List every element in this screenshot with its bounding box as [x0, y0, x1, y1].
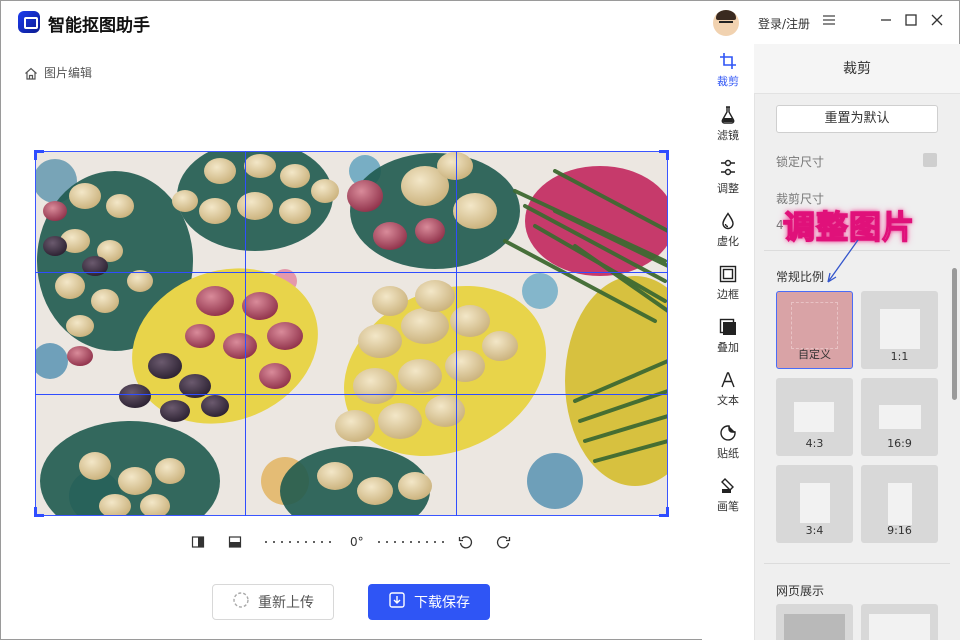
tool-label: 叠加 — [717, 341, 739, 354]
tool-label: 虚化 — [717, 235, 739, 248]
tool-label: 贴纸 — [717, 447, 739, 460]
ratio-9-16[interactable]: 9:16 — [861, 465, 938, 543]
ratio-section-label: 常规比例 — [776, 270, 825, 284]
crop-grid-line — [456, 151, 457, 516]
tool-blur[interactable]: 虚化 — [702, 212, 754, 262]
sliders-icon — [719, 159, 737, 177]
tool-border[interactable]: 边框 — [702, 265, 754, 315]
breadcrumb-label: 图片编辑 — [44, 66, 93, 80]
ratio-custom[interactable]: 自定义 — [776, 291, 853, 369]
frame-icon — [719, 265, 737, 283]
user-avatar[interactable] — [713, 10, 739, 36]
web-preset-card[interactable] — [861, 604, 938, 640]
login-register-link[interactable]: 登录/注册 — [758, 15, 810, 32]
crop-grid-line — [35, 394, 668, 395]
flip-vertical-icon[interactable] — [228, 535, 242, 552]
ratio-label: 16:9 — [887, 437, 912, 450]
overlay-icon — [719, 318, 737, 336]
drop-icon — [719, 212, 737, 230]
sticker-icon — [719, 424, 737, 442]
home-icon[interactable] — [24, 67, 38, 80]
tool-label: 裁剪 — [717, 75, 739, 88]
crop-grid-line — [245, 151, 246, 516]
ratio-label: 9:16 — [887, 524, 912, 537]
tool-crop[interactable]: 裁剪 — [702, 52, 754, 102]
rotate-right-icon[interactable] — [496, 535, 511, 553]
rotation-angle-value: 0° — [350, 535, 364, 549]
crop-grid-line — [35, 272, 668, 273]
rotation-slider-left[interactable] — [262, 541, 336, 543]
app-logo-icon — [18, 11, 40, 33]
download-save-label: 下载保存 — [414, 595, 470, 611]
close-icon[interactable] — [931, 14, 943, 30]
crop-frame[interactable] — [35, 151, 668, 516]
refresh-icon — [232, 591, 250, 613]
breadcrumb[interactable]: 图片编辑 — [24, 64, 92, 81]
app-title: 智能抠图助手 — [48, 16, 150, 36]
download-save-button[interactable]: 下载保存 — [368, 584, 490, 620]
flip-horizontal-icon[interactable] — [191, 535, 205, 552]
brush-icon — [719, 477, 737, 495]
lock-size-label: 锁定尺寸 — [776, 155, 825, 169]
reupload-button[interactable]: 重新上传 — [212, 584, 334, 620]
ratio-label: 1:1 — [890, 350, 909, 363]
panel-title: 裁剪 — [754, 44, 960, 94]
maximize-icon[interactable] — [905, 14, 917, 30]
ratio-4-3[interactable]: 4:3 — [776, 378, 853, 456]
tool-label: 滤镜 — [717, 129, 739, 142]
tool-sticker[interactable]: 贴纸 — [702, 424, 754, 474]
web-section-label: 网页展示 — [776, 584, 825, 598]
crop-handle-top-right[interactable] — [659, 150, 669, 160]
reupload-label: 重新上传 — [258, 595, 314, 611]
crop-icon — [719, 52, 737, 70]
tool-label: 画笔 — [717, 500, 739, 513]
download-icon — [388, 591, 406, 613]
ratio-3-4[interactable]: 3:4 — [776, 465, 853, 543]
web-preset-card[interactable] — [776, 604, 853, 640]
lock-size-checkbox[interactable] — [923, 153, 937, 167]
annotation-arrow — [827, 239, 859, 283]
rotation-slider-right[interactable] — [375, 541, 449, 543]
ratio-label: 自定义 — [798, 348, 831, 361]
tool-adjust[interactable]: 调整 — [702, 159, 754, 209]
tool-label: 文本 — [717, 394, 739, 407]
tool-text[interactable]: 文本 — [702, 371, 754, 421]
crop-handle-top-left[interactable] — [34, 150, 44, 160]
tool-filter[interactable]: 滤镜 — [702, 106, 754, 156]
tool-overlay[interactable]: 叠加 — [702, 318, 754, 368]
tool-brush[interactable]: 画笔 — [702, 477, 754, 527]
tool-sidebar: 裁剪 滤镜 调整 虚化 边框 叠加 文本 贴纸 画笔 — [702, 44, 754, 640]
rotate-left-icon[interactable] — [458, 535, 473, 553]
flask-icon — [719, 106, 737, 124]
panel-scrollbar[interactable] — [952, 268, 957, 400]
tool-label: 调整 — [717, 182, 739, 195]
tool-label: 边框 — [717, 288, 739, 301]
text-icon — [719, 371, 737, 389]
hamburger-icon[interactable] — [822, 14, 836, 30]
minimize-icon[interactable] — [880, 14, 892, 30]
ratio-label: 4:3 — [805, 437, 824, 450]
ratio-label: 3:4 — [805, 524, 824, 537]
crop-handle-bottom-right[interactable] — [659, 507, 669, 517]
title-bar: 智能抠图助手 登录/注册 — [0, 0, 960, 44]
ratio-1-1[interactable]: 1:1 — [861, 291, 938, 369]
divider — [764, 563, 950, 564]
reset-default-button[interactable]: 重置为默认 — [776, 105, 938, 133]
ratio-16-9[interactable]: 16:9 — [861, 378, 938, 456]
crop-handle-bottom-left[interactable] — [34, 507, 44, 517]
